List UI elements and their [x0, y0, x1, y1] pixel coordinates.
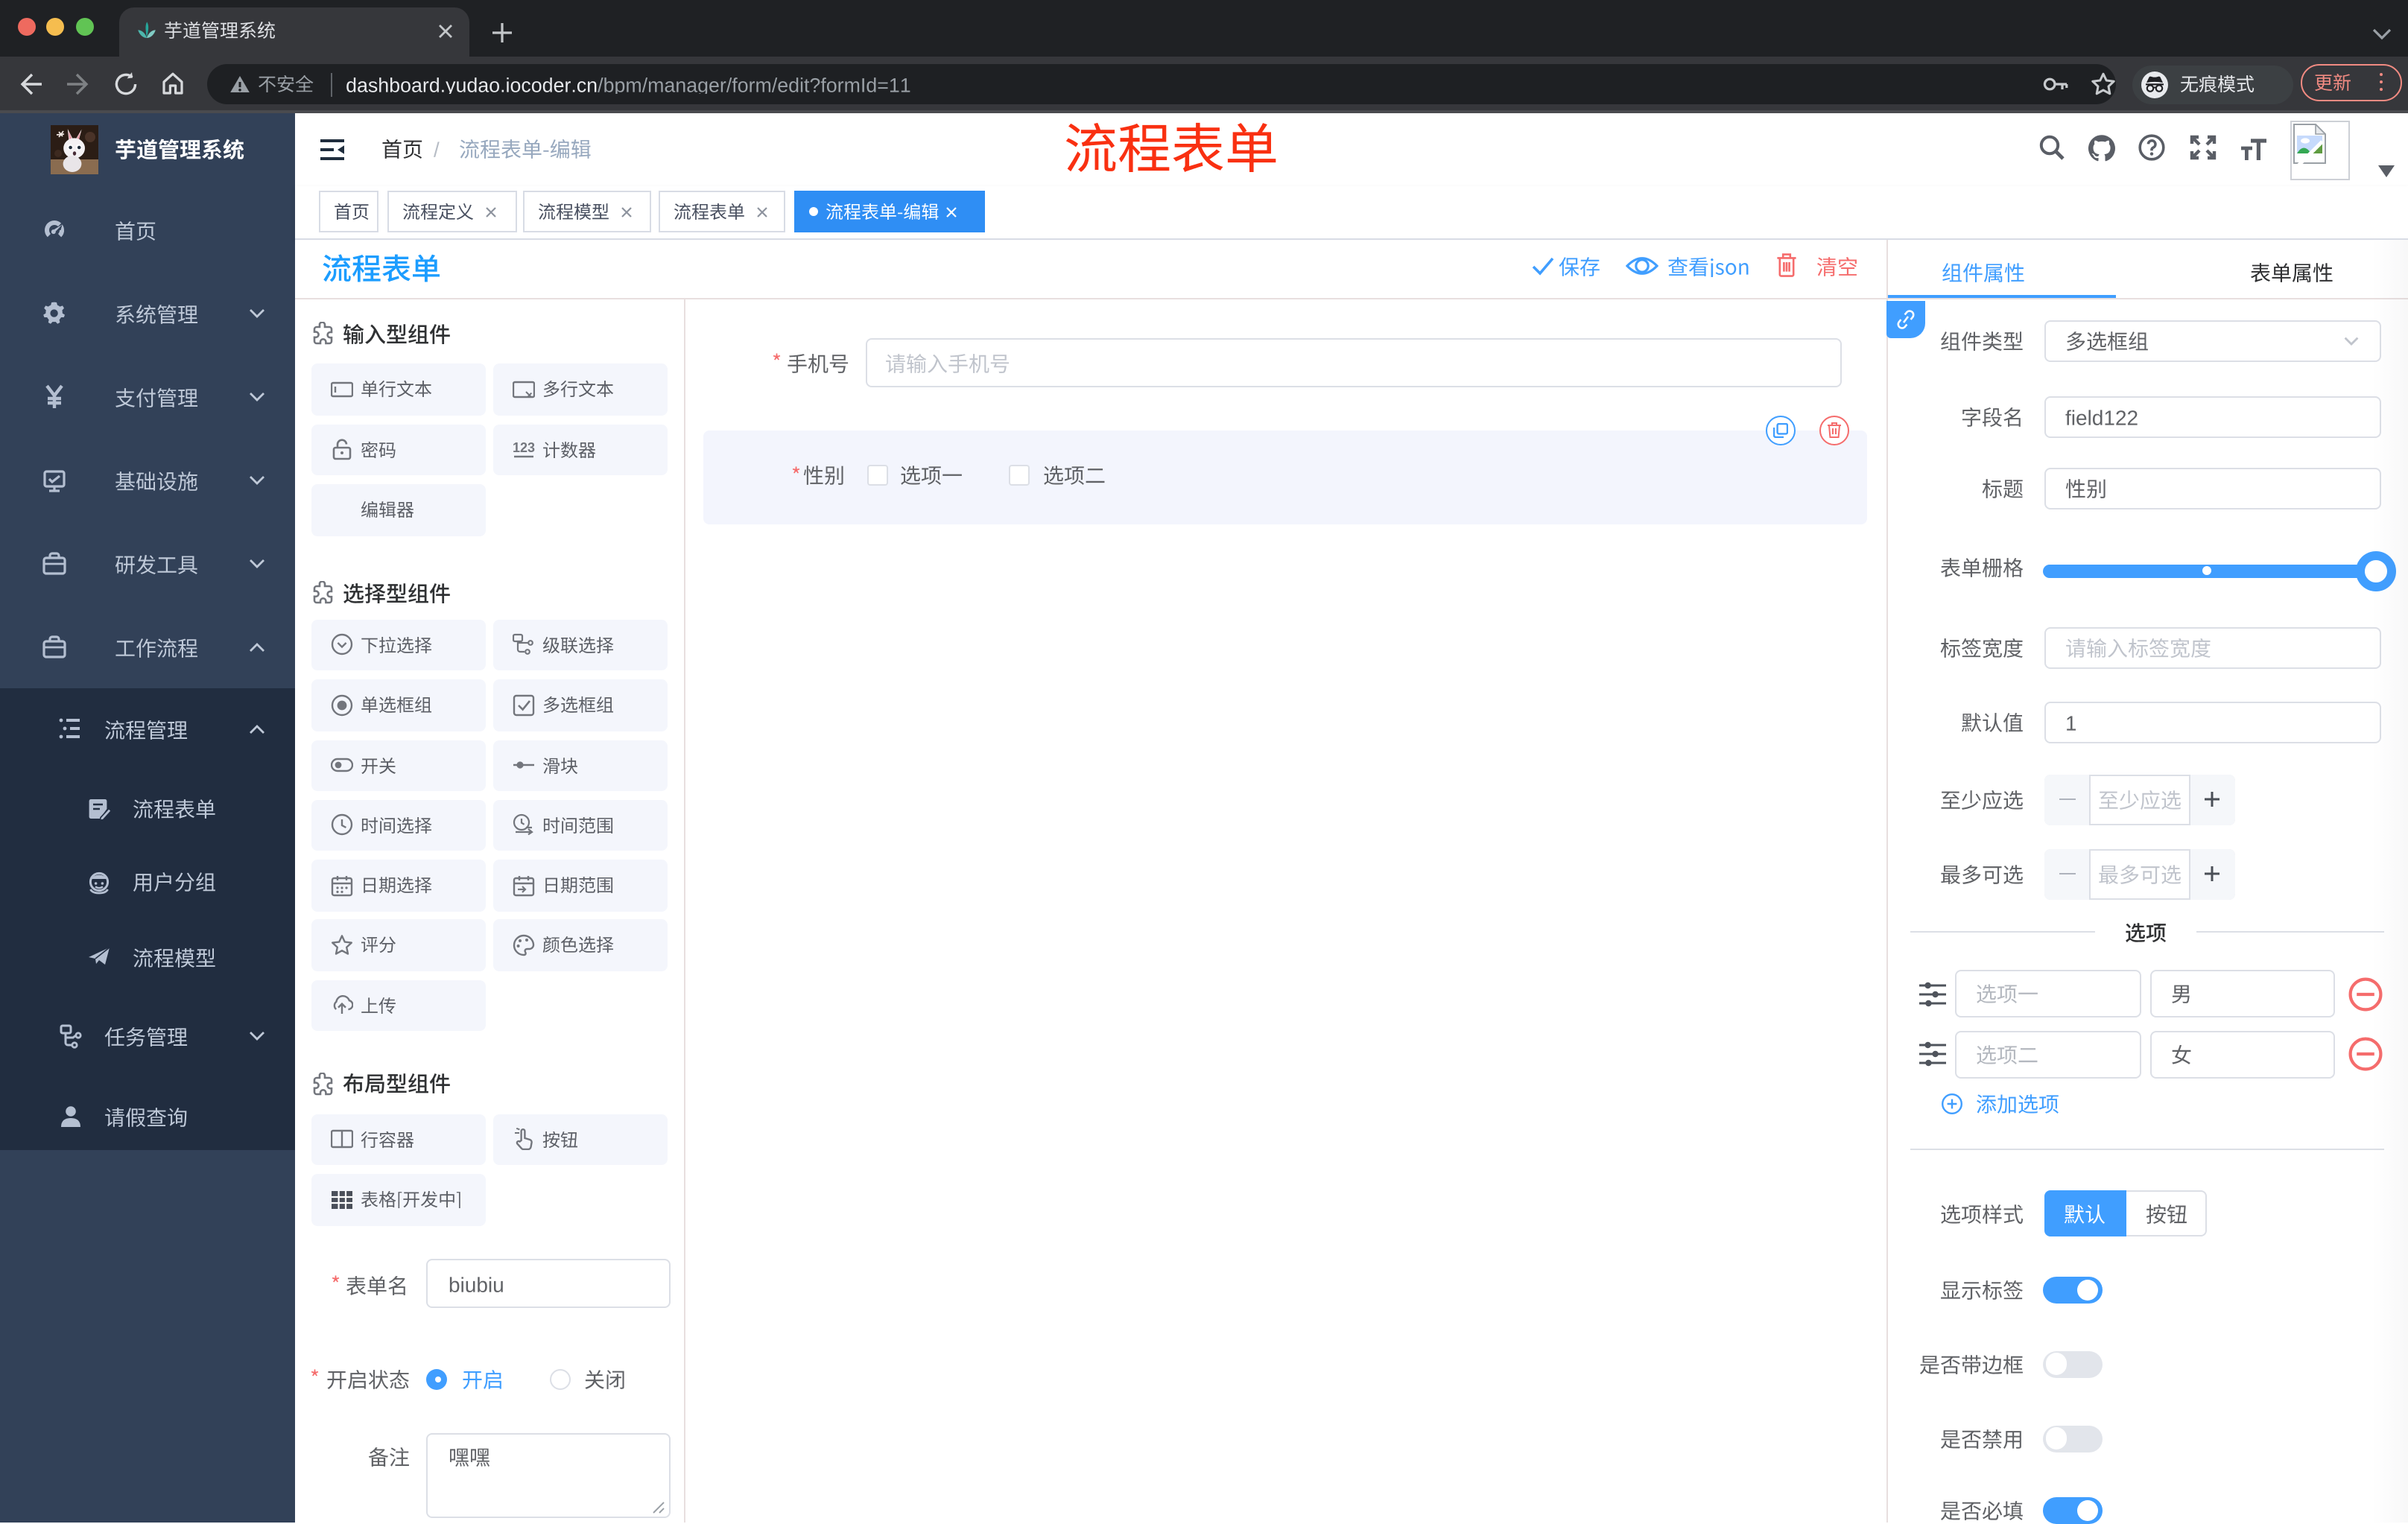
svg-text:123: 123 [512, 440, 534, 455]
